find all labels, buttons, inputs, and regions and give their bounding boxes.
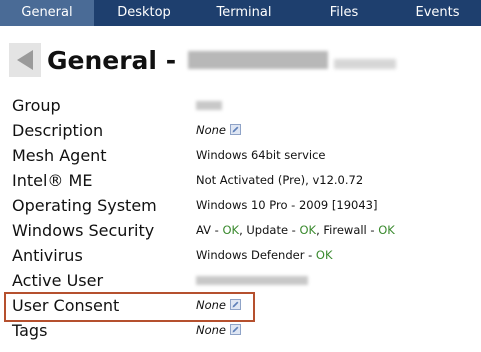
update-status: OK — [299, 223, 317, 237]
label-group: Group — [12, 96, 61, 115]
row-operating-system: Operating System Windows 10 Pro - 2009 [… — [12, 193, 472, 218]
row-user-consent: User Consent None — [12, 293, 472, 318]
label-user-consent: User Consent — [12, 296, 120, 315]
pencil-edit-icon[interactable] — [230, 124, 242, 135]
tags-value: None — [196, 323, 227, 337]
redacted-device-name — [188, 50, 329, 69]
tab-files[interactable]: Files — [294, 0, 394, 26]
windows-security-value: AV - OK, Update - OK, Firewall - OK — [196, 223, 395, 237]
label-tags: Tags — [12, 321, 48, 340]
tab-bar: General Desktop Terminal Files Events — [0, 0, 481, 26]
triangle-left-icon — [17, 50, 33, 70]
redacted-group-value — [196, 101, 222, 110]
row-antivirus: Antivirus Windows Defender - OK — [12, 243, 472, 268]
label-antivirus: Antivirus — [12, 246, 83, 265]
page-title: General - — [47, 46, 397, 75]
row-intel-me: Intel® ME Not Activated (Pre), v12.0.72 — [12, 168, 472, 193]
back-button[interactable] — [9, 43, 41, 77]
tab-desktop[interactable]: Desktop — [94, 0, 194, 26]
pencil-edit-icon[interactable] — [230, 299, 242, 310]
tab-general[interactable]: General — [0, 0, 94, 26]
mesh-agent-value: Windows 64bit service — [196, 148, 326, 162]
label-mesh-agent: Mesh Agent — [12, 146, 107, 165]
row-mesh-agent: Mesh Agent Windows 64bit service — [12, 143, 472, 168]
row-group: Group — [12, 93, 472, 118]
page-header: General - — [9, 40, 397, 80]
row-tags: Tags None — [12, 318, 472, 343]
label-active-user: Active User — [12, 271, 104, 290]
intel-me-value: Not Activated (Pre), v12.0.72 — [196, 173, 364, 187]
label-intel-me: Intel® ME — [12, 171, 93, 190]
tab-events[interactable]: Events — [394, 0, 481, 26]
row-description: Description None — [12, 118, 472, 143]
os-value: Windows 10 Pro - 2009 [19043] — [196, 198, 378, 212]
row-windows-security: Windows Security AV - OK, Update - OK, F… — [12, 218, 472, 243]
av-status: OK — [222, 223, 240, 237]
firewall-status: OK — [378, 223, 395, 237]
row-active-user: Active User — [12, 268, 472, 293]
redacted-device-group — [334, 58, 397, 69]
label-description: Description — [12, 121, 104, 140]
user-consent-value: None — [196, 298, 227, 312]
label-windows-security: Windows Security — [12, 221, 155, 240]
description-value: None — [196, 123, 227, 137]
label-operating-system: Operating System — [12, 196, 157, 215]
antivirus-value: Windows Defender - OK — [196, 248, 333, 262]
redacted-active-user-value — [196, 276, 308, 285]
tab-terminal[interactable]: Terminal — [194, 0, 294, 26]
antivirus-status: OK — [315, 248, 333, 262]
pencil-edit-icon[interactable] — [230, 324, 242, 335]
